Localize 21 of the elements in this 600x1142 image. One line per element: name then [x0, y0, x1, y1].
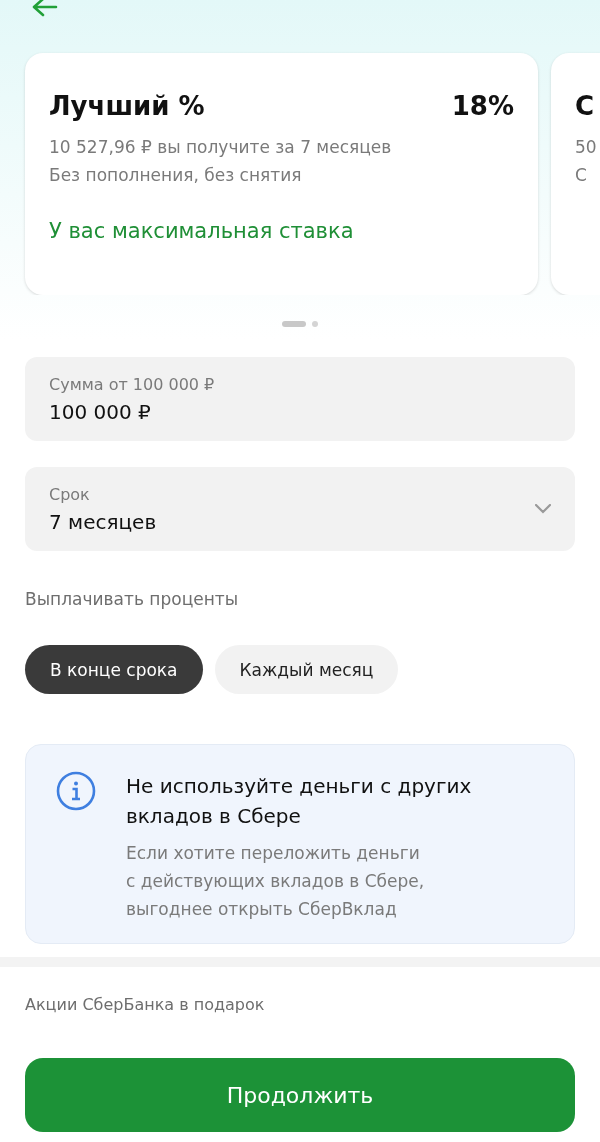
- offer-detail: С: [575, 164, 588, 187]
- offer-detail: Без пополнения, без снятия: [49, 164, 303, 187]
- continue-button[interactable]: Продолжить: [25, 1058, 575, 1132]
- info-text: Если хотите переложить деньги с действующих вкладов в Сбере, выгоднее открыть СберВклад: [126, 842, 426, 921]
- payout-label: Выплачивать проценты: [25, 589, 240, 609]
- amount-field[interactable]: Сумма от 100 000 ₽ 100 000 ₽: [25, 357, 575, 441]
- promo-label: Акции СберБанка в подарок: [24, 994, 266, 1014]
- payout-option[interactable]: В конце срока: [25, 645, 203, 694]
- info-icon: [56, 771, 96, 811]
- offer-card[interactable]: Лучший % 18% 10 527,96 ₽ вы получите за 7 месяцев Без пополнения, без снятия У вас максимальная ставка: [25, 53, 538, 295]
- offer-card[interactable]: С 50 С: [551, 53, 600, 295]
- payout-option[interactable]: Каждый месяц: [214, 645, 399, 694]
- offer-rate: 18%: [451, 91, 514, 121]
- offer-title: Лучший %: [49, 91, 205, 121]
- offer-detail: 50: [575, 136, 598, 159]
- offer-detail: 10 527,96 ₽ вы получите за 7 месяцев: [49, 136, 393, 159]
- offer-note: У вас максимальная ставка: [49, 219, 355, 243]
- term-select[interactable]: Срок 7 месяцев: [25, 467, 575, 551]
- chevron-down-icon: [535, 504, 551, 514]
- offer-title: С: [575, 91, 595, 121]
- info-title: Не используйте деньги с других вкладов в Сбере: [126, 773, 473, 830]
